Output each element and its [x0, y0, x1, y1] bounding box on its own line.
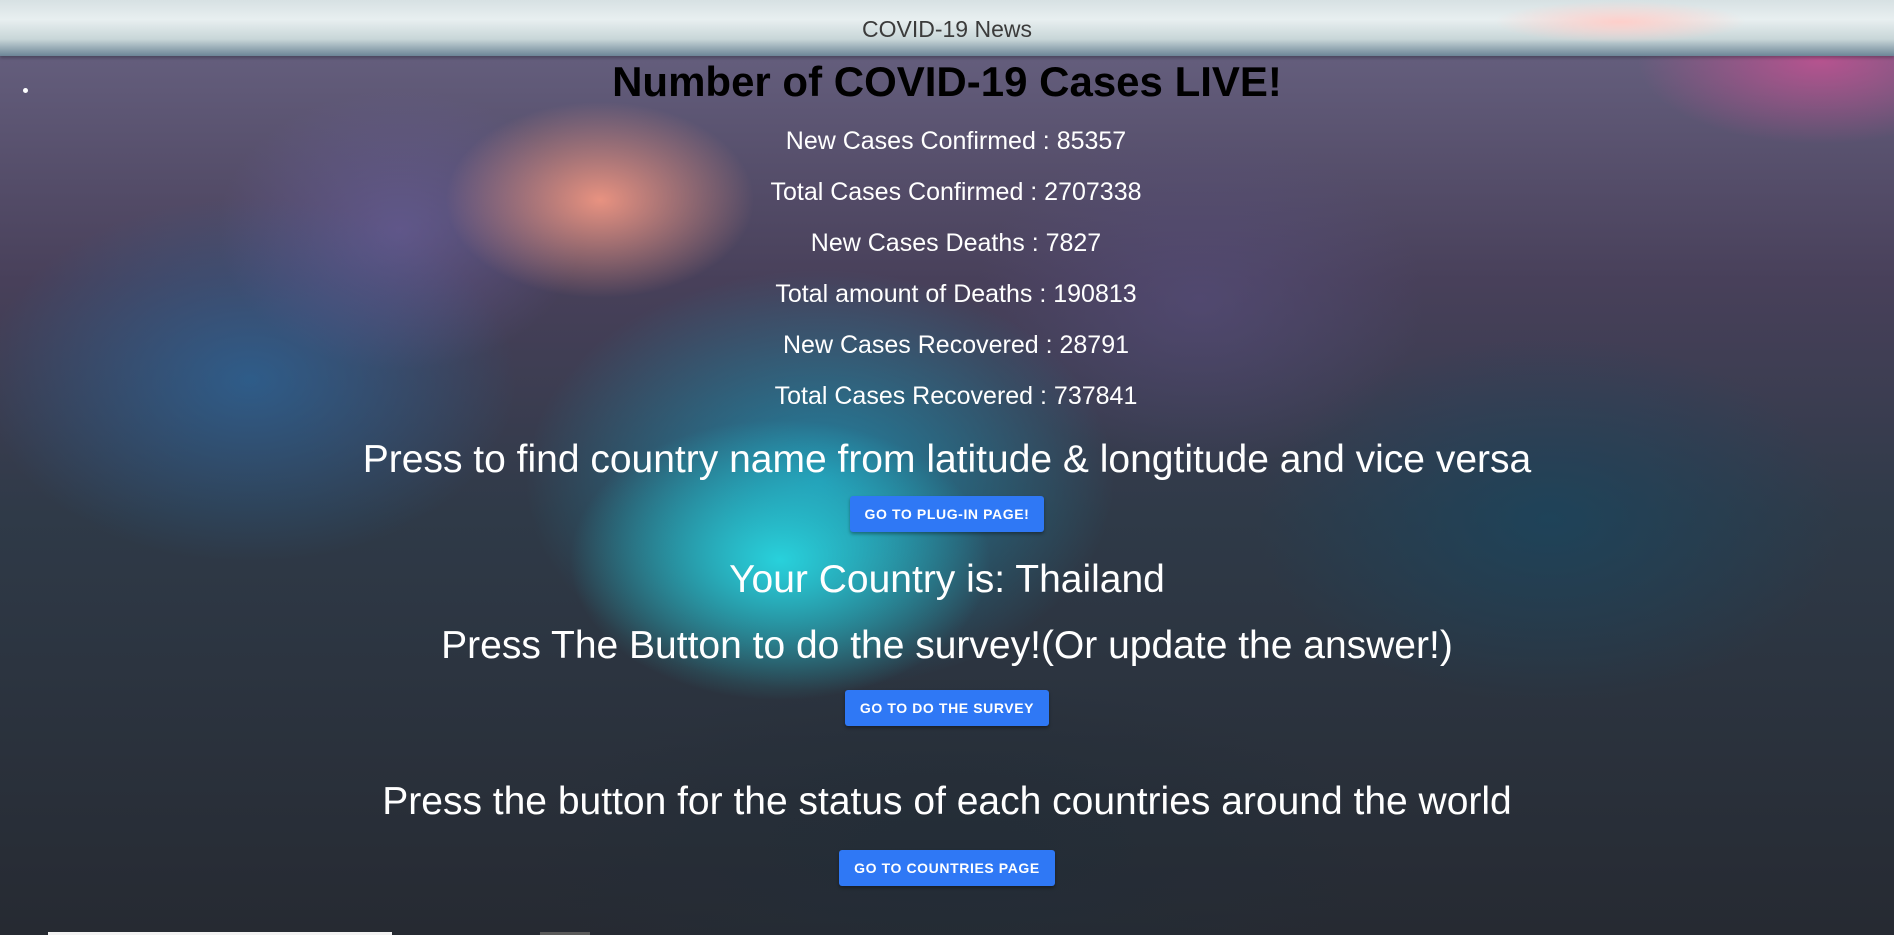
stat-new-deaths: New Cases Deaths : 7827	[810, 229, 1102, 257]
stats-list: New Cases Confirmed : 85357 Total Cases …	[0, 116, 1894, 422]
world-status-prompt: Press the button for the status of each …	[382, 780, 1512, 823]
stat-total-confirmed: Total Cases Confirmed : 2707338	[770, 178, 1142, 206]
app-header: COVID-19 News	[0, 0, 1894, 56]
page-title: Number of COVID-19 Cases LIVE!	[612, 58, 1282, 105]
plugin-page-button[interactable]: GO TO PLUG-IN PAGE!	[849, 496, 1045, 532]
country-label: Your Country is: Thailand	[729, 558, 1165, 601]
stat-total-recovered: Total Cases Recovered : 737841	[774, 382, 1138, 410]
main-content: Number of COVID-19 Cases LIVE! New Cases…	[0, 56, 1894, 886]
survey-button[interactable]: GO TO DO THE SURVEY	[844, 690, 1050, 726]
survey-prompt: Press The Button to do the survey!(Or up…	[441, 624, 1453, 667]
survey-button-row: GO TO DO THE SURVEY	[0, 690, 1894, 726]
plugin-prompt: Press to find country name from latitude…	[362, 438, 1532, 481]
countries-button-row: GO TO COUNTRIES PAGE	[0, 850, 1894, 886]
plugin-button-row: GO TO PLUG-IN PAGE!	[0, 496, 1894, 532]
stat-new-confirmed: New Cases Confirmed : 85357	[785, 127, 1127, 155]
stat-new-recovered: New Cases Recovered : 28791	[782, 331, 1130, 359]
header-title: COVID-19 News	[862, 16, 1032, 42]
stat-total-deaths: Total amount of Deaths : 190813	[775, 280, 1137, 308]
countries-page-button[interactable]: GO TO COUNTRIES PAGE	[839, 850, 1055, 886]
